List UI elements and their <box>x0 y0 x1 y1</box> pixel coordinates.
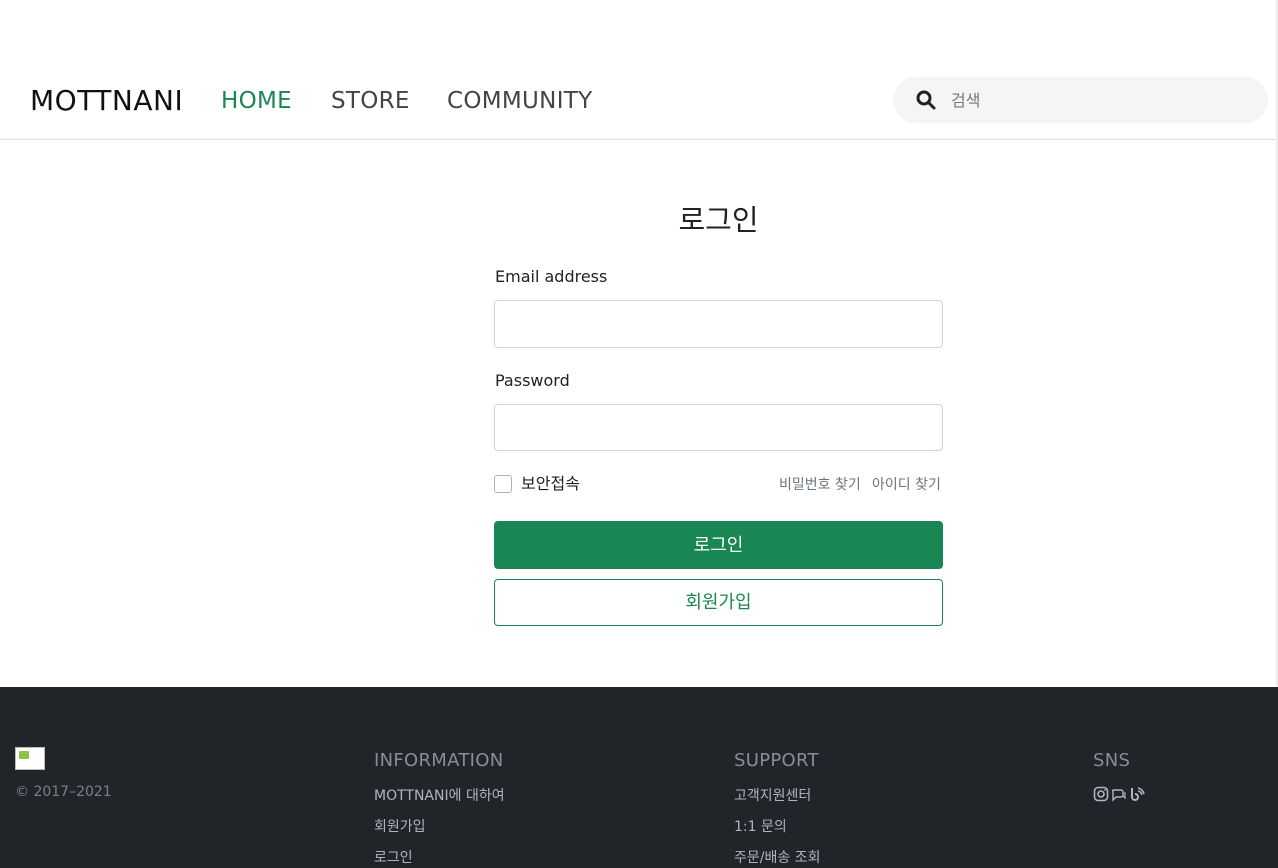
search-icon[interactable] <box>915 89 937 111</box>
email-field[interactable] <box>494 300 943 348</box>
find-id-link[interactable]: 아이디 찾기 <box>872 475 941 495</box>
footer-link-login[interactable]: 로그인 <box>374 848 413 868</box>
blog-icon[interactable] <box>1129 786 1145 802</box>
site-footer: © 2017–2021 INFORMATION MOTTNANI에 대하여 회원… <box>0 687 1278 868</box>
search-input[interactable] <box>951 85 1251 115</box>
copyright: © 2017–2021 <box>15 784 112 800</box>
login-button[interactable]: 로그인 <box>494 521 943 569</box>
nav-store[interactable]: STORE <box>331 86 410 116</box>
nav-home[interactable]: HOME <box>221 86 292 116</box>
footer-heading-sns: SNS <box>1093 750 1131 771</box>
password-field[interactable] <box>494 404 943 451</box>
login-title: 로그인 <box>678 203 759 237</box>
secure-login-label[interactable]: 보안접속 <box>521 473 580 495</box>
footer-link-about[interactable]: MOTTNANI에 대하여 <box>374 786 505 806</box>
password-label: Password <box>495 371 570 390</box>
search-bar <box>893 77 1268 123</box>
footer-link-order-tracking[interactable]: 주문/배송 조회 <box>734 848 820 868</box>
sns-icons <box>1093 786 1145 804</box>
brand-logo[interactable]: MOTTNANI <box>30 84 183 118</box>
signup-button[interactable]: 회원가입 <box>494 579 943 626</box>
find-password-link[interactable]: 비밀번호 찾기 <box>779 475 861 495</box>
footer-link-inquiry[interactable]: 1:1 문의 <box>734 817 787 837</box>
nav-community[interactable]: COMMUNITY <box>447 86 592 116</box>
instagram-icon[interactable] <box>1093 786 1109 802</box>
chat-icon[interactable] <box>1111 786 1127 802</box>
secure-login-checkbox[interactable] <box>494 475 512 493</box>
footer-heading-support: SUPPORT <box>734 750 819 771</box>
footer-heading-information: INFORMATION <box>374 750 504 771</box>
site-header: MOTTNANI HOME STORE COMMUNITY <box>0 0 1278 140</box>
footer-link-signup[interactable]: 회원가입 <box>374 817 426 837</box>
email-label: Email address <box>495 267 608 286</box>
footer-logo-image <box>15 747 45 770</box>
footer-link-support-center[interactable]: 고객지원센터 <box>734 786 811 806</box>
